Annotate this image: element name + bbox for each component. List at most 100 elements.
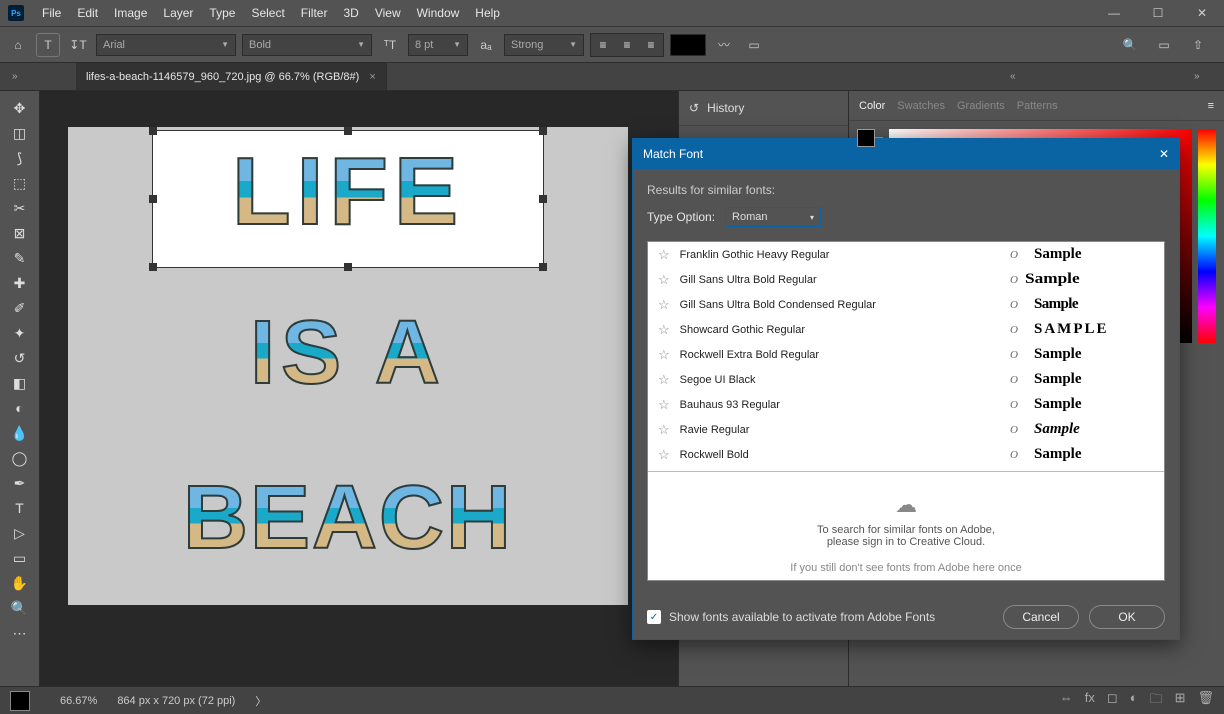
maximize-button[interactable]: ☐	[1136, 1, 1180, 25]
hand-tool[interactable]: ✋	[8, 572, 32, 594]
menu-file[interactable]: File	[34, 6, 69, 20]
blur-tool[interactable]: 💧	[8, 422, 32, 444]
dodge-tool[interactable]: ◯	[8, 447, 32, 469]
minimize-button[interactable]: —	[1092, 1, 1136, 25]
tab-patterns[interactable]: Patterns	[1017, 100, 1058, 112]
eyedropper-tool[interactable]: ✎	[8, 247, 32, 269]
canvas-text-line1[interactable]: LIFE	[153, 137, 543, 247]
search-icon[interactable]: 🔍	[1118, 33, 1142, 57]
pen-tool[interactable]: ✒	[8, 472, 32, 494]
font-result-row[interactable]: ☆Rockwell BoldOSample	[648, 442, 1164, 467]
tab-swatches[interactable]: Swatches	[897, 100, 945, 112]
object-select-tool[interactable]: ⬚	[8, 172, 32, 194]
ok-button[interactable]: OK	[1089, 605, 1165, 629]
checkbox-icon[interactable]: ✓	[647, 610, 661, 624]
text-orientation-icon[interactable]: ↧T	[66, 33, 90, 57]
font-result-row[interactable]: ☆Gill Sans Ultra Bold Condensed RegularO…	[648, 292, 1164, 317]
align-right-button[interactable]: ≡	[639, 34, 663, 56]
share-icon[interactable]: ⇧	[1186, 33, 1210, 57]
canvas-text-line2[interactable]: IS A	[68, 302, 628, 405]
expand-left-panel-icon[interactable]: »	[12, 71, 24, 83]
workspace-icon[interactable]: ▭	[1152, 33, 1176, 57]
font-size-dropdown[interactable]: 8 pt▼	[408, 34, 468, 56]
menu-filter[interactable]: Filter	[293, 6, 336, 20]
font-result-row[interactable]: ☆Bauhaus 93 RegularOSample	[648, 392, 1164, 417]
history-brush-tool[interactable]: ↺	[8, 347, 32, 369]
type-tool-indicator-icon[interactable]: T	[36, 33, 60, 57]
font-style-dropdown[interactable]: Bold▼	[242, 34, 372, 56]
healing-tool[interactable]: ✚	[8, 272, 32, 294]
dialog-close-icon[interactable]: ✕	[1159, 147, 1169, 161]
frame-tool[interactable]: ⊠	[8, 222, 32, 244]
tab-color[interactable]: Color	[859, 100, 885, 112]
tab-gradients[interactable]: Gradients	[957, 100, 1005, 112]
status-color-swatch[interactable]	[10, 691, 30, 711]
menu-type[interactable]: Type	[201, 6, 243, 20]
home-icon[interactable]: ⌂	[6, 33, 30, 57]
favorite-star-icon[interactable]: ☆	[658, 272, 670, 288]
antialias-dropdown[interactable]: Strong▼	[504, 34, 584, 56]
menu-select[interactable]: Select	[243, 6, 292, 20]
type-tool[interactable]: T	[8, 497, 32, 519]
mask-icon[interactable]: ◻	[1107, 690, 1118, 712]
collapse-panel-icon[interactable]: «	[1010, 71, 1022, 83]
panel-menu-icon[interactable]: ≡	[1208, 100, 1214, 112]
new-layer-icon[interactable]: ⊞	[1175, 690, 1186, 712]
foreground-color-swatch[interactable]	[857, 129, 875, 147]
clone-tool[interactable]: ✦	[8, 322, 32, 344]
zoom-tool[interactable]: 🔍	[8, 597, 32, 619]
favorite-star-icon[interactable]: ☆	[658, 372, 670, 388]
align-center-button[interactable]: ≡	[615, 34, 639, 56]
align-left-button[interactable]: ≡	[591, 34, 615, 56]
show-adobe-fonts-checkbox[interactable]: ✓ Show fonts available to activate from …	[647, 610, 935, 624]
favorite-star-icon[interactable]: ☆	[658, 247, 670, 263]
brush-tool[interactable]: ✐	[8, 297, 32, 319]
link-icon[interactable]: ⇔	[1060, 690, 1073, 712]
favorite-star-icon[interactable]: ☆	[658, 322, 670, 338]
more-tools[interactable]: ⋯	[8, 622, 32, 644]
menu-image[interactable]: Image	[106, 6, 155, 20]
menu-3d[interactable]: 3D	[335, 6, 366, 20]
crop-tool[interactable]: ✂	[8, 197, 32, 219]
font-result-row[interactable]: ☆Segoe UI BlackOSample	[648, 367, 1164, 392]
dialog-titlebar[interactable]: Match Font ✕	[633, 139, 1179, 169]
rectangle-tool[interactable]: ▭	[8, 547, 32, 569]
collapse-right-panel-icon[interactable]: »	[1194, 71, 1206, 83]
menu-window[interactable]: Window	[409, 6, 468, 20]
gradient-tool[interactable]: ◐	[8, 397, 32, 419]
canvas[interactable]: LIFE IS A BEACH	[68, 127, 628, 605]
hue-slider[interactable]	[1198, 129, 1216, 343]
text-selection-frame[interactable]: LIFE	[152, 130, 544, 268]
group-icon[interactable]: 🗀	[1150, 690, 1163, 712]
favorite-star-icon[interactable]: ☆	[658, 297, 670, 313]
font-result-row[interactable]: ☆Rockwell Extra Bold RegularOSample	[648, 342, 1164, 367]
menu-help[interactable]: Help	[467, 6, 508, 20]
menu-layer[interactable]: Layer	[155, 6, 201, 20]
trash-icon[interactable]: 🗑	[1197, 690, 1214, 712]
type-option-dropdown[interactable]: Roman ▾	[725, 207, 821, 227]
document-tab[interactable]: lifes-a-beach-1146579_960_720.jpg @ 66.7…	[76, 63, 387, 90]
marquee-tool[interactable]: ◫	[8, 122, 32, 144]
favorite-star-icon[interactable]: ☆	[658, 447, 670, 463]
close-tab-icon[interactable]: ×	[369, 71, 375, 83]
menu-view[interactable]: View	[367, 6, 409, 20]
font-result-row[interactable]: ☆Gill Sans Ultra Bold RegularOSample	[648, 267, 1164, 292]
path-select-tool[interactable]: ▷	[8, 522, 32, 544]
cancel-button[interactable]: Cancel	[1003, 605, 1079, 629]
font-result-row[interactable]: ☆Showcard Gothic RegularOSAMPLE	[648, 317, 1164, 342]
font-result-row[interactable]: ☆Ravie RegularOSample	[648, 417, 1164, 442]
warp-text-icon[interactable]: 〰	[712, 33, 736, 57]
lasso-tool[interactable]: ⟆	[8, 147, 32, 169]
font-result-row[interactable]: ☆Franklin Gothic Heavy RegularOSample	[648, 242, 1164, 267]
favorite-star-icon[interactable]: ☆	[658, 422, 670, 438]
canvas-viewport[interactable]: LIFE IS A BEACH	[40, 91, 678, 686]
font-results-list[interactable]: ☆Franklin Gothic Heavy RegularOSample☆Gi…	[647, 241, 1165, 581]
character-panel-icon[interactable]: ▭	[742, 33, 766, 57]
font-family-dropdown[interactable]: Arial▼	[96, 34, 236, 56]
fx-icon[interactable]: fx	[1085, 690, 1095, 712]
move-tool[interactable]: ✥	[8, 97, 32, 119]
menu-edit[interactable]: Edit	[69, 6, 106, 20]
text-color-swatch[interactable]	[670, 34, 706, 56]
canvas-text-line3[interactable]: BEACH	[68, 467, 628, 570]
favorite-star-icon[interactable]: ☆	[658, 347, 670, 363]
